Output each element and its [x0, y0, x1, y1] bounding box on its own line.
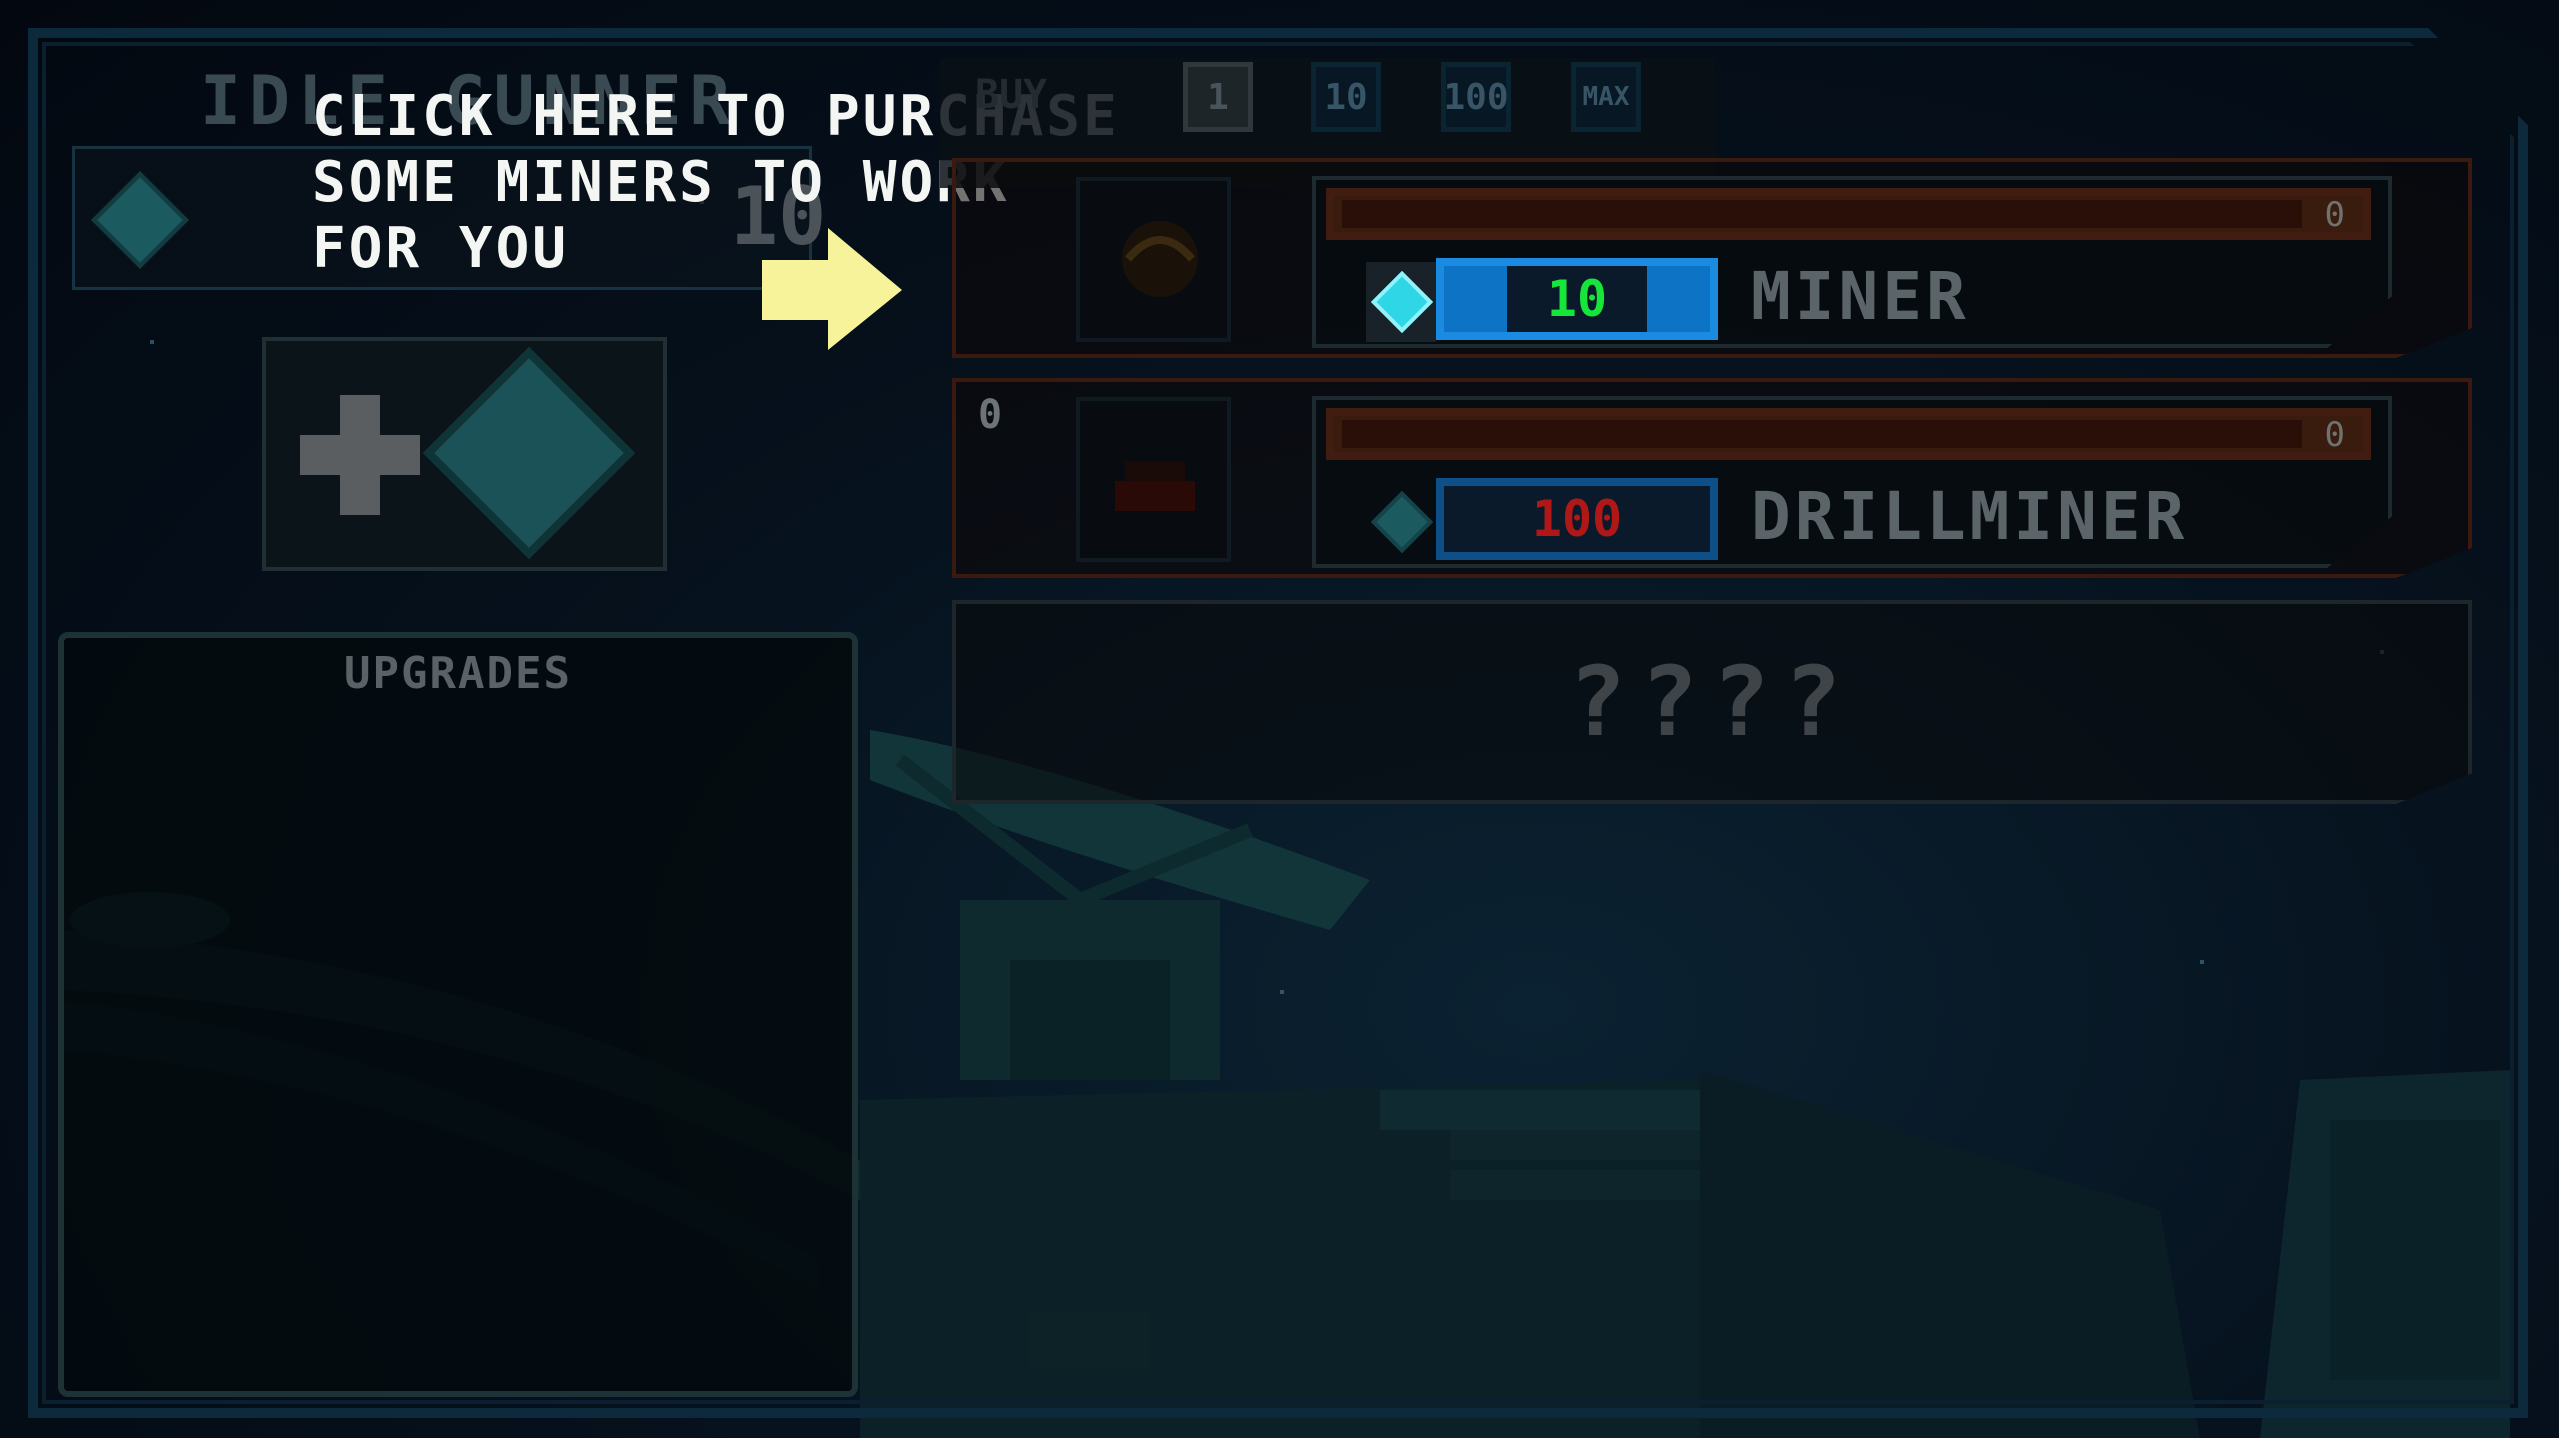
upgrades-panel: UPGRADES	[58, 632, 858, 1397]
miner-buy-button[interactable]: 10	[1436, 258, 1718, 340]
miner-name: MINER	[1751, 258, 1970, 335]
owned-count: 0	[978, 392, 1003, 438]
drillminer-avatar-icon	[1115, 461, 1195, 511]
upgrades-title: UPGRADES	[344, 648, 572, 699]
plus-icon	[300, 395, 420, 515]
drillminer-price: 100	[1531, 490, 1623, 548]
drillminer-name: DRILLMINER	[1751, 478, 2189, 555]
miner-portrait	[1076, 177, 1231, 342]
buy-100-button[interactable]: 100	[1441, 62, 1511, 132]
progress-track	[1342, 200, 2302, 228]
locked-label: ????	[1568, 646, 1856, 758]
drillminer-progress-bar: 0	[1326, 408, 2371, 460]
miner-avatar-icon	[1122, 221, 1198, 297]
buy-max-button[interactable]: MAX	[1571, 62, 1641, 132]
buy-label: BUY	[975, 72, 1048, 118]
locked-miner-slot: ????	[952, 600, 2472, 804]
arrow-right-icon	[762, 228, 902, 350]
drillminer-buy-button[interactable]: 100	[1436, 478, 1718, 560]
drillminer-row[interactable]: 0 0 100 DRILLMINER	[952, 378, 2472, 578]
miner-row[interactable]: 0 10 MINER	[952, 158, 2472, 358]
progress-value: 0	[2324, 195, 2345, 235]
progress-track	[1342, 420, 2302, 448]
miner-price: 10	[1506, 266, 1648, 332]
game-screen: IDLE GUNNER 10 CLICK HERE TO PURCHASE SO…	[0, 0, 2559, 1438]
buy-10-button[interactable]: 10	[1311, 62, 1381, 132]
miner-progress-bar: 0	[1326, 188, 2371, 240]
buy-1-button[interactable]: 1	[1183, 62, 1253, 132]
drillminer-portrait	[1076, 397, 1231, 562]
progress-value: 0	[2324, 415, 2345, 455]
